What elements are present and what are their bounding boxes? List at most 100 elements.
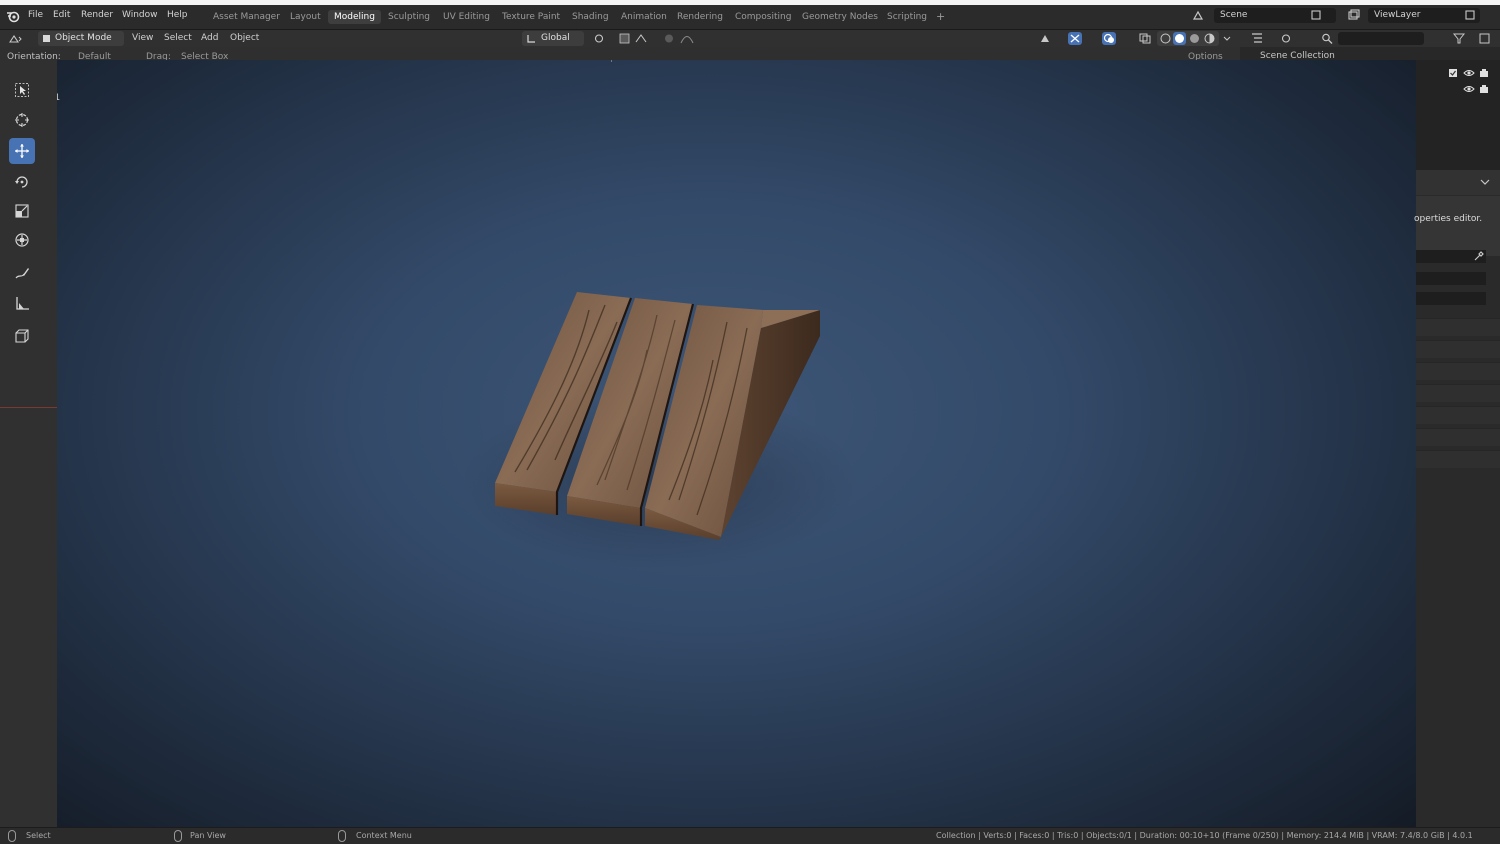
window-top-edge [0, 0, 1500, 5]
viewport-header: Object Mode View Select Add Object Globa… [0, 30, 1240, 47]
outliner-search-icon[interactable] [1320, 32, 1334, 45]
new-view-layer-icon[interactable] [1464, 9, 1476, 21]
scene-icon[interactable] [1192, 9, 1204, 21]
properties-info-panel: operties editor. [1414, 196, 1500, 256]
tab-uv-editing[interactable]: UV Editing [443, 12, 490, 22]
falloff-icon[interactable] [680, 32, 694, 45]
properties-section-5[interactable] [1416, 406, 1500, 424]
menu-edit[interactable]: Edit [53, 10, 70, 20]
rotate-tool[interactable] [9, 169, 35, 195]
mouse-left-icon [8, 830, 16, 842]
object-mode-select[interactable]: Object Mode [38, 31, 124, 46]
material-shading-icon[interactable] [1188, 32, 1201, 45]
scale-icon [15, 204, 29, 218]
toolbar-separator [0, 407, 57, 408]
tab-rendering[interactable]: Rendering [677, 12, 723, 22]
mouse-middle-icon [174, 830, 182, 842]
properties-section-6[interactable] [1416, 428, 1500, 446]
outliner-tree: Scene Collection [1240, 47, 1500, 60]
annotate-icon [15, 268, 29, 279]
view-layer-icon[interactable] [1348, 9, 1360, 21]
outliner-search-input[interactable] [1338, 32, 1424, 45]
properties-section-4[interactable] [1416, 384, 1500, 402]
menu-help[interactable]: Help [167, 10, 188, 20]
solid-shading-icon[interactable] [1173, 32, 1186, 45]
editor-type-icon[interactable] [8, 32, 22, 45]
filter-icon[interactable] [1452, 32, 1466, 45]
scene-collection-label[interactable]: Scene Collection [1260, 51, 1335, 60]
xray-toggle-icon[interactable] [1138, 32, 1152, 45]
eyedropper-icon[interactable] [1474, 251, 1484, 261]
pivot-point-icon[interactable] [592, 32, 606, 45]
tab-modeling[interactable]: Modeling [328, 10, 381, 24]
display-mode-icon[interactable] [1280, 32, 1294, 45]
menu-add[interactable]: Add [197, 32, 222, 45]
visibility-eye-icon-2[interactable] [1463, 84, 1475, 94]
measure-icon [16, 297, 29, 310]
orientation-label: Orientation: [7, 52, 61, 60]
new-scene-icon[interactable] [1310, 9, 1322, 21]
transform-orientation-select[interactable]: Global [522, 31, 584, 46]
menu-view[interactable]: View [128, 32, 157, 45]
render-camera-icon[interactable] [1479, 68, 1489, 78]
tab-sculpting[interactable]: Sculpting [388, 12, 430, 22]
orientation-value[interactable]: Default [78, 52, 111, 60]
rotate-icon [15, 176, 28, 188]
render-camera-icon-2[interactable] [1479, 84, 1489, 94]
properties-field-3[interactable] [1416, 292, 1486, 305]
properties-section-7[interactable] [1416, 450, 1500, 468]
annotate-tool[interactable] [9, 260, 35, 286]
shading-options-icon[interactable] [1220, 32, 1234, 45]
properties-hint-text: operties editor. [1414, 214, 1483, 224]
tab-scripting[interactable]: Scripting [887, 12, 927, 22]
wireframe-shading-icon[interactable] [1159, 32, 1172, 45]
properties-section[interactable] [1416, 318, 1500, 336]
transform-tool[interactable] [9, 227, 35, 253]
add-workspace-button[interactable]: + [936, 10, 945, 23]
tab-shading[interactable]: Shading [572, 12, 609, 22]
move-icon [15, 144, 29, 158]
outliner-header [1240, 30, 1500, 47]
tab-geometry-nodes[interactable]: Geometry Nodes [802, 12, 878, 22]
overlays-toggle-icon[interactable] [1102, 32, 1116, 45]
move-tool[interactable] [9, 138, 35, 164]
3d-viewport[interactable]: U (1 [57, 60, 1416, 827]
outliner-editor-icon[interactable] [1250, 32, 1264, 45]
chevron-down-icon[interactable] [1480, 178, 1490, 186]
scale-tool[interactable] [9, 198, 35, 224]
gizmo-toggle-icon[interactable] [1068, 32, 1082, 45]
menu-window[interactable]: Window [122, 10, 158, 20]
proportional-edit-icon[interactable] [662, 32, 676, 45]
blender-logo-icon[interactable] [6, 9, 20, 23]
drag-value[interactable]: Select Box [181, 52, 228, 60]
measure-tool[interactable] [9, 290, 35, 316]
properties-field[interactable] [1416, 250, 1486, 263]
cursor-tool[interactable] [9, 107, 35, 133]
menu-render[interactable]: Render [81, 10, 113, 20]
visibility-eye-icon[interactable] [1463, 68, 1475, 78]
tab-compositing[interactable]: Compositing [735, 12, 791, 22]
menu-file[interactable]: File [28, 10, 43, 20]
properties-field-2[interactable] [1416, 272, 1486, 285]
properties-section-2[interactable] [1416, 340, 1500, 358]
snap-icon[interactable] [618, 32, 632, 45]
scene-statistics: Collection | Verts:0 | Faces:0 | Tris:0 … [936, 831, 1473, 840]
menu-object[interactable]: Object [226, 32, 263, 45]
properties-section-3[interactable] [1416, 362, 1500, 380]
rendered-shading-icon[interactable] [1203, 32, 1216, 45]
snap-target-icon[interactable] [634, 32, 648, 45]
new-collection-icon[interactable] [1478, 32, 1492, 45]
tab-asset-manager[interactable]: Asset Manager [213, 12, 280, 22]
view-object-types-icon[interactable] [1038, 32, 1052, 45]
wooden-planks-object[interactable] [57, 60, 1416, 827]
select-box-tool[interactable] [9, 77, 35, 103]
options-dropdown[interactable]: Options [1188, 52, 1223, 60]
exclude-checkbox-icon[interactable] [1448, 68, 1458, 78]
tab-animation[interactable]: Animation [621, 12, 667, 22]
add-cube-tool[interactable] [9, 323, 35, 349]
tool-shelf [0, 60, 57, 827]
tab-layout[interactable]: Layout [290, 12, 321, 22]
status-bar: Select Pan View Context Menu Collection … [0, 827, 1500, 844]
tab-texture-paint[interactable]: Texture Paint [502, 12, 560, 22]
menu-select[interactable]: Select [160, 32, 196, 45]
